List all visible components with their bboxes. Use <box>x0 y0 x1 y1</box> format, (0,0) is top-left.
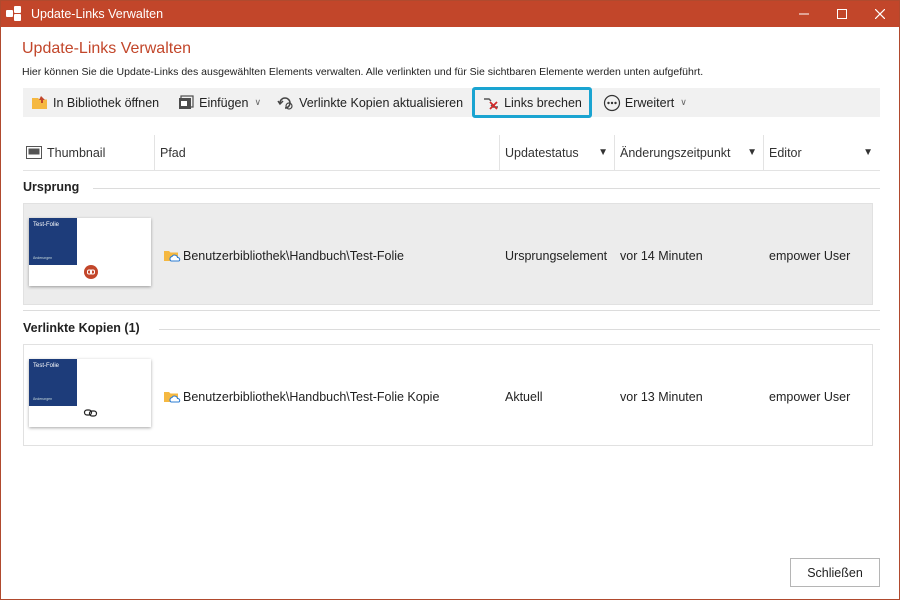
column-editor[interactable]: Editor ▼ <box>763 134 879 171</box>
break-link-icon <box>484 97 499 110</box>
section-divider <box>23 310 880 311</box>
insert-label: Einfügen <box>199 95 249 110</box>
row-editor: empower User <box>769 249 851 263</box>
row-path-text: Benutzerbibliothek\Handbuch\Test-Folie K… <box>183 389 440 404</box>
open-library-label: In Bibliothek öffnen <box>53 95 160 110</box>
thumbnail-subtitle: Änderungen <box>33 397 53 401</box>
column-thumbnail[interactable]: Thumbnail <box>23 135 154 171</box>
column-header-row: Thumbnail Pfad Updatestatus ▼ Änderungsz… <box>23 134 880 171</box>
close-dialog-button[interactable]: Schließen <box>790 558 880 587</box>
open-library-button[interactable]: In Bibliothek öffnen <box>23 88 166 117</box>
chevron-down-icon: ∨ <box>680 97 687 107</box>
cloud-folder-icon <box>164 392 181 403</box>
advanced-label: Erweitert <box>624 95 675 110</box>
column-changed-label: Änderungszeitpunkt <box>620 145 731 160</box>
table-row[interactable]: Test-Folie Änderungen Benutzerbibliothek… <box>23 344 873 446</box>
close-icon <box>875 9 885 19</box>
table-row[interactable]: Test-Folie Änderungen Benutzerbibliothek… <box>23 203 873 305</box>
slide-thumbnail: Test-Folie Änderungen <box>29 359 151 427</box>
filter-icon[interactable]: ▼ <box>747 147 757 158</box>
minimize-icon <box>799 13 809 15</box>
link-icon <box>83 407 99 422</box>
folder-open-icon <box>32 96 47 109</box>
refresh-link-icon <box>277 96 293 110</box>
thumbnail-subtitle: Änderungen <box>33 256 53 260</box>
column-status[interactable]: Updatestatus ▼ <box>499 134 614 171</box>
update-copies-label: Verlinkte Kopien aktualisieren <box>299 95 464 110</box>
break-links-label: Links brechen <box>504 95 582 110</box>
thumbnail-title: Test-Folie <box>33 222 60 228</box>
row-path: Benutzerbibliothek\Handbuch\Test-Folie K… <box>163 389 439 404</box>
advanced-button[interactable]: Erweitert ∨ <box>596 88 694 117</box>
insert-slide-icon <box>179 94 194 109</box>
dialog-window: Update-Links Verwalten Update-Links Verw… <box>0 0 900 600</box>
section-divider <box>93 188 880 189</box>
row-editor: empower User <box>769 390 851 404</box>
update-copies-button[interactable]: Verlinkte Kopien aktualisieren <box>270 88 470 117</box>
section-copies-label: Verlinkte Kopien (1) <box>23 321 140 335</box>
image-icon <box>26 146 42 159</box>
cloud-folder-icon <box>164 251 181 262</box>
row-changed: vor 13 Minuten <box>620 390 703 404</box>
app-logo-icon <box>6 6 22 22</box>
row-path-text: Benutzerbibliothek\Handbuch\Test-Folie <box>183 248 404 263</box>
maximize-button[interactable] <box>823 1 861 27</box>
row-status: Aktuell <box>505 390 543 404</box>
row-status: Ursprungselement <box>505 249 608 263</box>
thumbnail-title: Test-Folie <box>33 363 60 369</box>
dialog-description: Hier können Sie die Update-Links des aus… <box>22 66 704 78</box>
column-thumbnail-label: Thumbnail <box>47 145 106 160</box>
window-title: Update-Links Verwalten <box>31 7 164 21</box>
title-bar[interactable]: Update-Links Verwalten <box>1 1 899 27</box>
column-status-label: Updatestatus <box>505 145 579 160</box>
insert-button[interactable]: Einfügen ∨ <box>170 88 268 117</box>
filter-icon[interactable]: ▼ <box>598 147 608 158</box>
break-links-button[interactable]: Links brechen <box>472 87 592 118</box>
toolbar: In Bibliothek öffnen Einfügen ∨ Verlinkt… <box>23 87 880 118</box>
column-path-label: Pfad <box>160 145 186 160</box>
row-changed: vor 14 Minuten <box>620 249 703 263</box>
maximize-icon <box>837 9 847 19</box>
column-changed[interactable]: Änderungszeitpunkt ▼ <box>614 134 763 171</box>
column-editor-label: Editor <box>769 145 802 160</box>
origin-badge-icon <box>84 265 98 279</box>
close-button[interactable] <box>861 1 899 27</box>
chevron-down-icon: ∨ <box>254 97 262 107</box>
section-divider <box>159 329 880 330</box>
slide-thumbnail: Test-Folie Änderungen <box>29 218 151 286</box>
minimize-button[interactable] <box>785 1 823 27</box>
dialog-heading: Update-Links Verwalten <box>22 40 191 57</box>
more-options-icon <box>603 94 620 111</box>
row-path: Benutzerbibliothek\Handbuch\Test-Folie <box>163 248 404 263</box>
column-path[interactable]: Pfad <box>154 134 499 171</box>
filter-icon[interactable]: ▼ <box>863 147 873 158</box>
section-origin-label: Ursprung <box>23 180 80 194</box>
